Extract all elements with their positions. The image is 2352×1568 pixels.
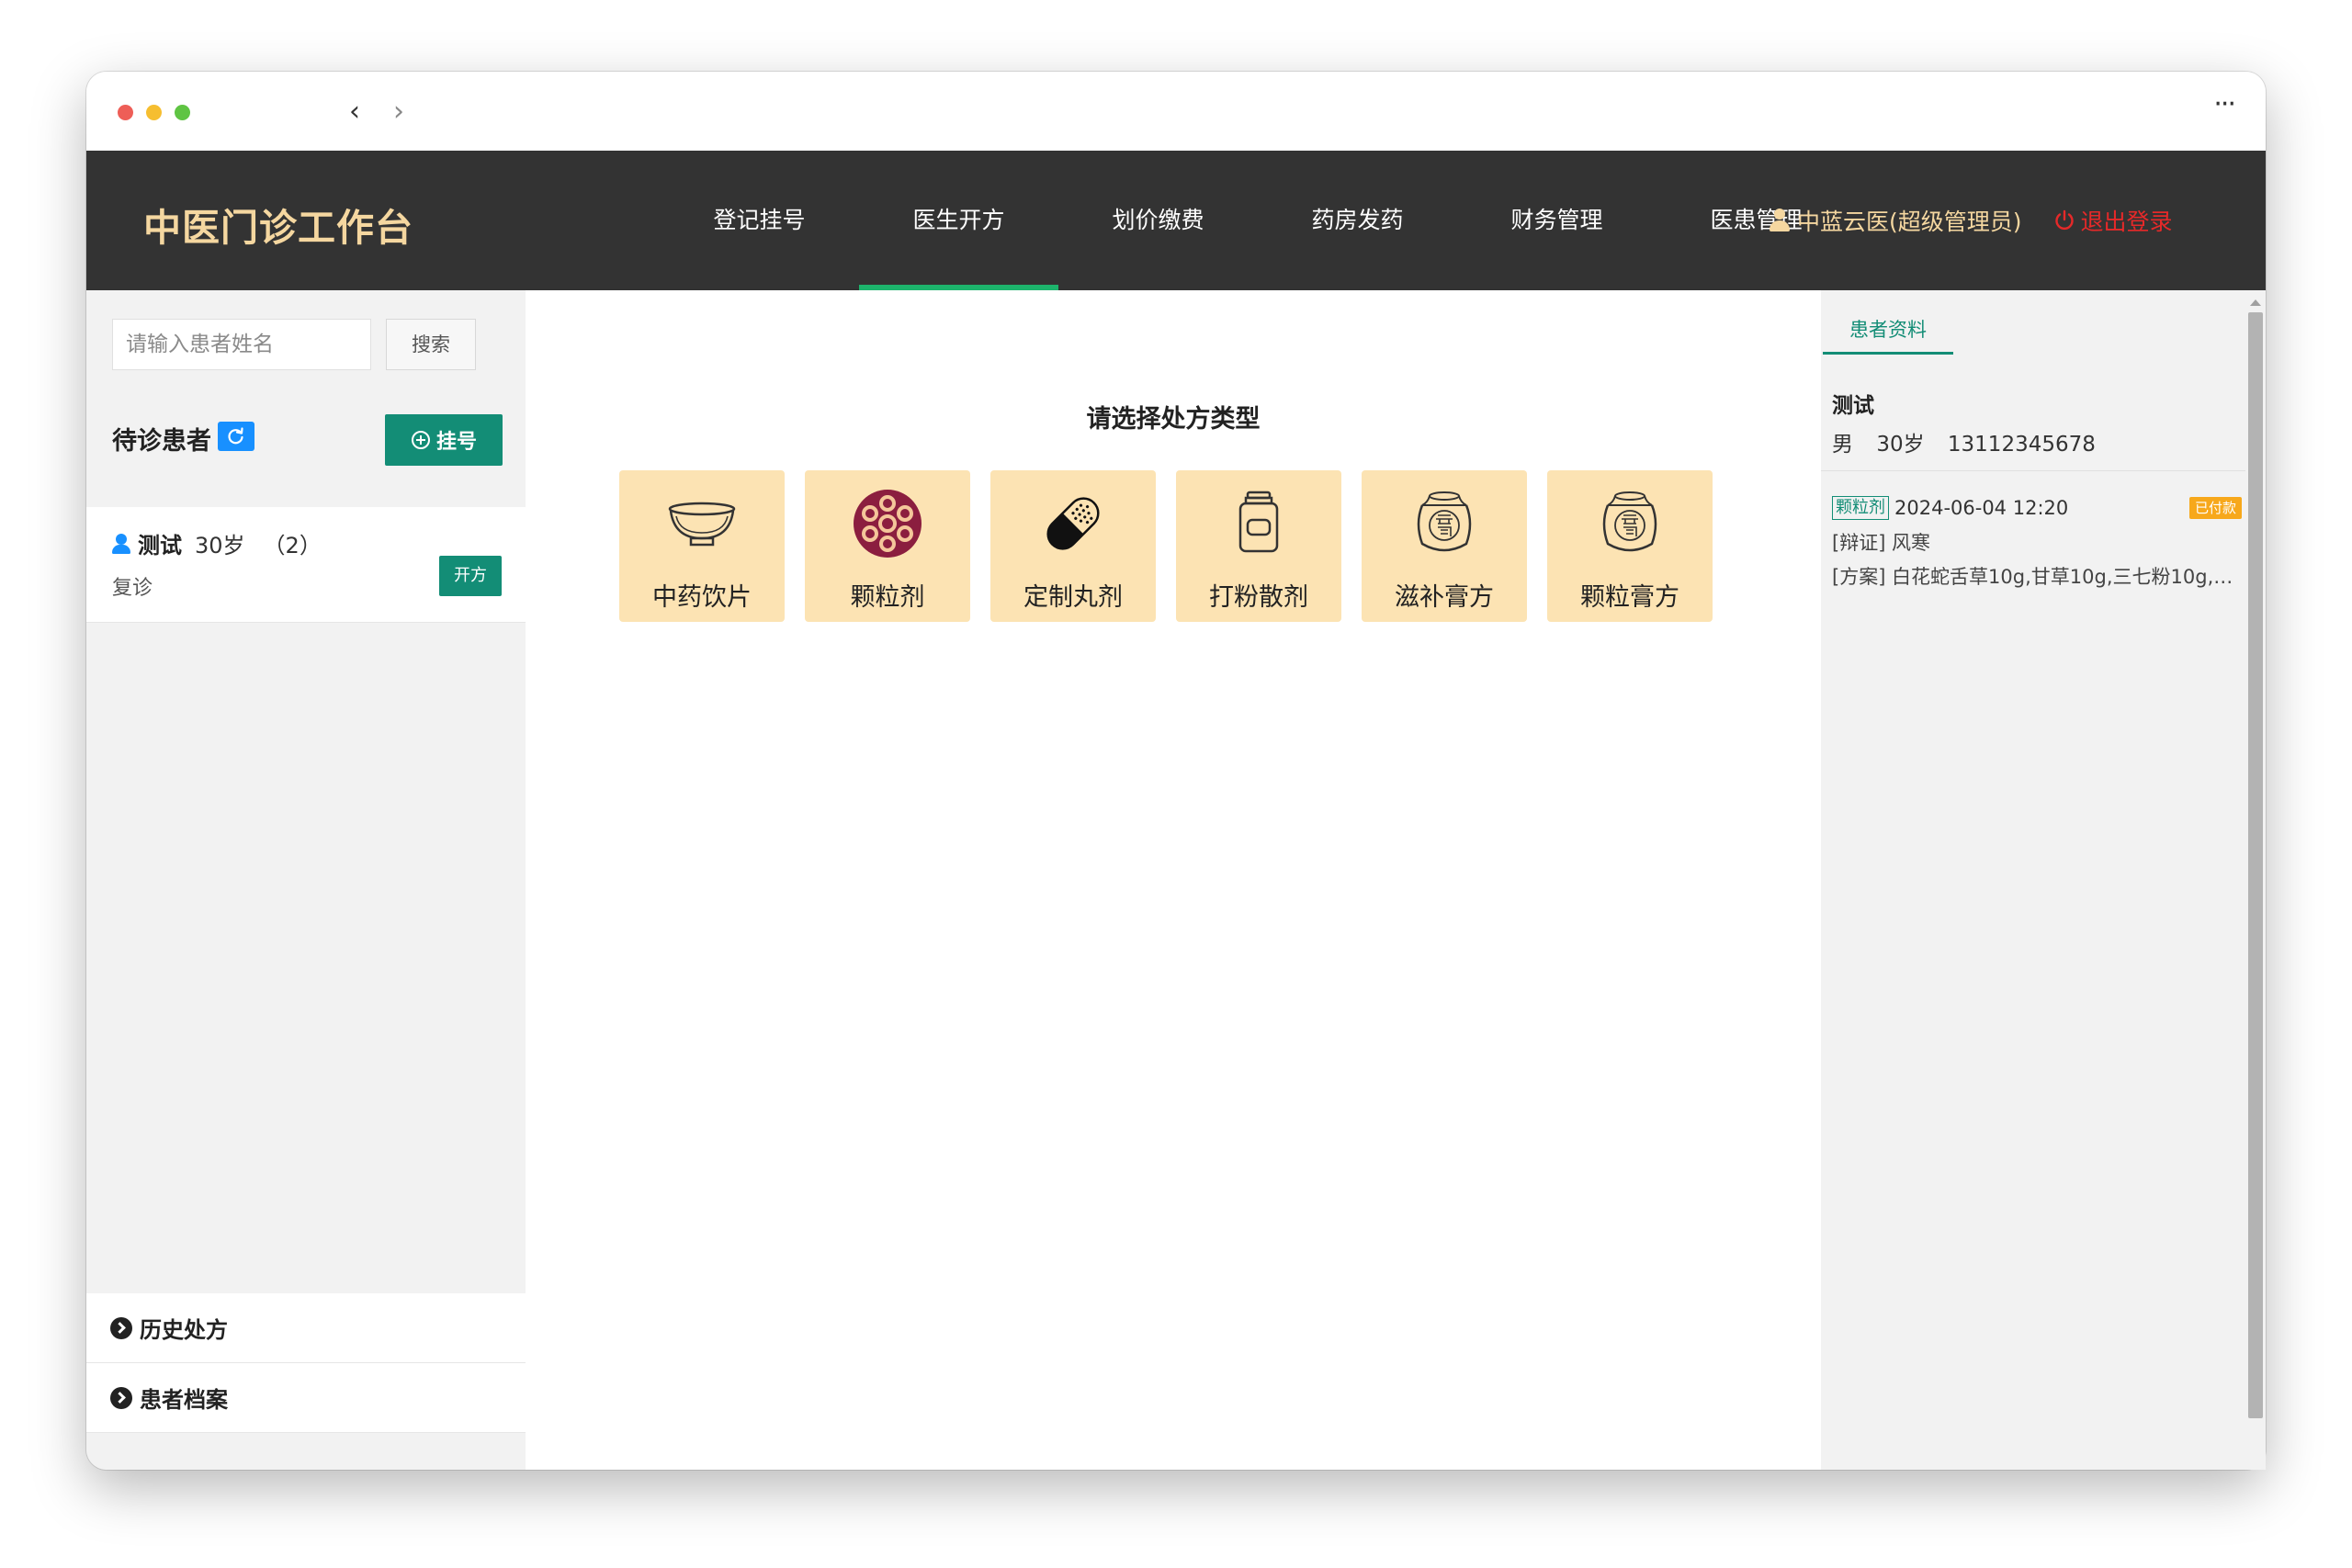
type-powder[interactable]: 打粉散剂	[1176, 470, 1341, 622]
type-label: 颗粒剂	[850, 583, 925, 612]
nav-item-billing[interactable]: 划价缴费	[1058, 151, 1258, 290]
patient-info-details: 男 30岁 13112345678	[1832, 426, 2112, 457]
waiting-patients-title: 待诊患者	[112, 427, 211, 456]
prescription-type-list: 中药饮片 颗粒剂 定制丸剂 打粉散剂 滋补膏方 颗粒膏方	[619, 470, 1733, 622]
arrow-circle-icon	[110, 1386, 132, 1409]
person-icon	[112, 533, 130, 554]
pill-icon	[1046, 497, 1100, 550]
close-window-button[interactable]	[118, 105, 133, 120]
paste-jar-icon	[1602, 491, 1657, 552]
prescription-datetime: 2024-06-04 12:20	[1894, 497, 2069, 519]
chevron-left-icon[interactable]: ‹	[349, 94, 360, 130]
search-button[interactable]: 搜索	[386, 319, 476, 370]
type-custom-pills[interactable]: 定制丸剂	[990, 470, 1156, 622]
patient-list-item[interactable]: 测试 30岁 （2） 复诊 开方	[86, 507, 526, 623]
main-nav: 登记挂号 医生开方 划价缴费 药房发药 财务管理 医患管理	[660, 151, 1856, 290]
scroll-up-arrow-icon[interactable]	[2250, 299, 2261, 306]
patient-age: 30岁	[195, 533, 245, 558]
current-user[interactable]: 中蓝云医(超级管理员)	[1797, 204, 2022, 237]
plus-circle-icon	[411, 431, 430, 449]
user-area: 中蓝云医(超级管理员) 退出登录	[1770, 151, 2173, 290]
type-label: 颗粒膏方	[1580, 583, 1679, 612]
maximize-window-button[interactable]	[175, 105, 190, 120]
prescription-plan: [方案] 白花蛇舌草10g,甘草10g,三七粉10g,白芍10g	[1832, 566, 2242, 588]
patient-records-label: 患者档案	[140, 1387, 228, 1413]
history-prescriptions-link[interactable]: 历史处方	[86, 1293, 526, 1363]
register-label: 挂号	[435, 431, 477, 454]
top-header: 中医门诊工作台 登记挂号 医生开方 划价缴费 药房发药 财务管理 医患管理 中蓝…	[86, 151, 2266, 290]
patient-name: 测试	[138, 533, 182, 558]
power-icon	[2054, 209, 2074, 231]
logout-label: 退出登录	[2080, 209, 2173, 235]
app-window: ‹ › ··· 中医门诊工作台 登记挂号 医生开方 划价缴费 药房发药 财务管理…	[86, 72, 2266, 1470]
prescription-diagnosis: [辩证] 风寒	[1832, 532, 1931, 554]
history-prescriptions-label: 历史处方	[140, 1317, 228, 1343]
logout-button[interactable]: 退出登录	[2053, 204, 2173, 237]
paste-jar-icon	[1417, 491, 1472, 552]
app-brand: 中医门诊工作台	[143, 206, 413, 250]
scrollbar-thumb[interactable]	[2248, 312, 2263, 1418]
patient-gender: 男	[1832, 433, 1853, 457]
nav-item-register[interactable]: 登记挂号	[660, 151, 859, 290]
prescribe-button[interactable]: 开方	[439, 556, 502, 596]
title-bar: ‹ › ···	[86, 72, 2266, 151]
bowl-icon	[668, 502, 736, 547]
tab-patient-info[interactable]: 患者资料	[1823, 310, 1953, 355]
patient-visit-type: 复诊	[112, 577, 153, 600]
patient-info-age: 30岁	[1876, 433, 1925, 457]
powder-jar-icon	[1238, 491, 1279, 553]
refresh-icon	[228, 427, 243, 445]
type-label: 中药饮片	[652, 583, 752, 612]
patient-records-link[interactable]: 患者档案	[86, 1363, 526, 1433]
nav-item-prescribe[interactable]: 医生开方	[859, 151, 1058, 290]
granule-icon	[854, 490, 922, 558]
refresh-button[interactable]	[218, 422, 254, 451]
patient-phone: 13112345678	[1947, 433, 2096, 457]
type-decoction-pieces[interactable]: 中药饮片	[619, 470, 785, 622]
type-label: 滋补膏方	[1395, 583, 1494, 612]
divider	[1821, 470, 2256, 471]
patient-info-name: 测试	[1832, 394, 1874, 418]
type-label: 打粉散剂	[1209, 583, 1308, 612]
type-label: 定制丸剂	[1023, 583, 1123, 612]
type-granule-paste[interactable]: 颗粒膏方	[1547, 470, 1713, 622]
minimize-window-button[interactable]	[146, 105, 162, 120]
prescription-type-title: 请选择处方类型	[1086, 405, 1261, 434]
prescription-type-tag: 颗粒剂	[1832, 496, 1889, 520]
type-granules[interactable]: 颗粒剂	[805, 470, 970, 622]
more-options-button[interactable]: ···	[2213, 88, 2236, 120]
chevron-right-icon[interactable]: ›	[393, 94, 404, 130]
register-button[interactable]: 挂号	[385, 414, 503, 466]
patient-visit-count: （2）	[263, 533, 322, 558]
prescription-type-panel: 请选择处方类型 中药饮片 颗粒剂 定制丸剂 打粉散剂 滋补膏方 颗粒膏方	[526, 290, 1821, 1470]
patient-search-input[interactable]	[112, 319, 371, 370]
left-panel: 搜索 待诊患者 挂号 测试 30岁 （2） 复诊 开方	[86, 290, 526, 1470]
nav-item-pharmacy[interactable]: 药房发药	[1258, 151, 1457, 290]
user-icon	[1770, 209, 1790, 232]
payment-status-badge: 已付款	[2188, 497, 2242, 519]
prescription-history-item[interactable]: 颗粒剂 2024-06-04 12:20 已付款 [辩证] 风寒 [方案] 白花…	[1832, 494, 2242, 590]
nav-item-finance[interactable]: 财务管理	[1457, 151, 1657, 290]
patient-info-panel: 患者资料 测试 男 30岁 13112345678 颗粒剂 2024-06-04…	[1821, 290, 2266, 1470]
arrow-circle-icon	[110, 1316, 132, 1339]
type-tonic-paste[interactable]: 滋补膏方	[1362, 470, 1527, 622]
